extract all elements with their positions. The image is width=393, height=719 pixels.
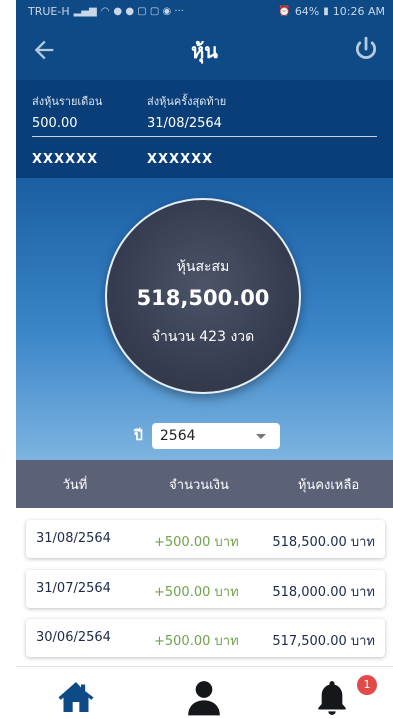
row-balance: 518,500.00 บาท bbox=[272, 535, 375, 550]
accumulated-share-circle: หุ้นสะสม 518,500.00 จำนวน 423 งวด bbox=[105, 198, 301, 394]
app-header: หุ้น bbox=[16, 22, 393, 80]
row-balance: 517,500.00 บาท bbox=[272, 634, 375, 649]
table-row[interactable]: 30/06/2564 +500.00 บาท 517,500.00 บาท bbox=[26, 619, 385, 657]
accumulated-share-amount: 518,500.00 bbox=[136, 286, 270, 310]
monthly-share-block: ส่งหุ้นรายเดือน 500.00 bbox=[32, 92, 102, 131]
status-bar: TRUE-H ▂▄▆ ◠ ● ● ▢ ▢ ◉ ··· ⏰ 64% ▮ 10:26… bbox=[16, 0, 393, 22]
header-amount: จำนวนเงิน bbox=[169, 477, 229, 493]
signal-icon: ▂▄▆ bbox=[73, 5, 97, 17]
share-summary-panel: ส่งหุ้นรายเดือน 500.00 ส่งหุ้นครั้งสุดท้… bbox=[16, 80, 393, 178]
home-icon[interactable] bbox=[56, 677, 96, 717]
row-amount: +500.00 บาท bbox=[154, 634, 239, 649]
table-row[interactable]: 31/08/2564 +500.00 บาท 518,500.00 บาท bbox=[26, 520, 385, 558]
row-amount: +500.00 บาท bbox=[154, 585, 239, 600]
year-filter: ปี 2564 bbox=[134, 423, 280, 449]
masked-account-right: XXXXXX bbox=[147, 152, 214, 167]
monthly-share-value: 500.00 bbox=[32, 116, 78, 131]
clock: 10:26 AM bbox=[332, 4, 385, 18]
battery-icon: ▮ bbox=[323, 5, 329, 17]
accumulated-share-section: หุ้นสะสม 518,500.00 จำนวน 423 งวด ปี 256… bbox=[16, 178, 393, 460]
last-share-value: 31/08/2564 bbox=[147, 116, 222, 131]
page-title: หุ้น bbox=[191, 39, 218, 63]
row-amount: +500.00 บาท bbox=[154, 535, 239, 550]
transactions-table-header: วันที่ จำนวนเงิน หุ้นคงเหลือ bbox=[16, 460, 393, 508]
bell-icon[interactable] bbox=[312, 677, 352, 717]
user-icon[interactable] bbox=[184, 677, 224, 717]
row-date: 30/06/2564 bbox=[36, 630, 111, 645]
header-date: วันที่ bbox=[62, 477, 88, 493]
table-row[interactable]: 31/07/2564 +500.00 บาท 518,000.00 บาท bbox=[26, 570, 385, 608]
chevron-down-icon bbox=[255, 433, 266, 439]
back-arrow-icon[interactable] bbox=[30, 36, 58, 64]
notification-icons: ● ● ▢ ▢ ◉ ··· bbox=[113, 5, 184, 17]
bottom-navigation: 1 bbox=[16, 666, 393, 719]
battery-percent: 64% bbox=[294, 4, 320, 18]
accumulated-share-title: หุ้นสะสม bbox=[176, 259, 230, 275]
installment-count: จำนวน 423 งวด bbox=[151, 329, 255, 345]
row-date: 31/07/2564 bbox=[36, 581, 111, 596]
row-date: 31/08/2564 bbox=[36, 531, 111, 546]
transactions-list: 31/08/2564 +500.00 บาท 518,500.00 บาท 31… bbox=[16, 508, 393, 666]
alarm-icon: ⏰ bbox=[278, 5, 291, 17]
year-select-value: 2564 bbox=[159, 428, 196, 444]
year-select[interactable]: 2564 bbox=[151, 423, 280, 449]
carrier-label: TRUE-H bbox=[28, 4, 70, 18]
monthly-share-label: ส่งหุ้นรายเดือน bbox=[32, 95, 103, 108]
row-balance: 518,000.00 บาท bbox=[272, 585, 375, 600]
summary-divider bbox=[32, 136, 377, 137]
masked-account-left: XXXXXX bbox=[32, 152, 99, 167]
last-share-label: ส่งหุ้นครั้งสุดท้าย bbox=[147, 95, 227, 108]
year-label: ปี bbox=[134, 428, 143, 444]
left-margin bbox=[0, 0, 16, 719]
power-icon[interactable] bbox=[353, 36, 379, 62]
wifi-icon: ◠ bbox=[100, 5, 110, 17]
last-share-block: ส่งหุ้นครั้งสุดท้าย 31/08/2564 bbox=[147, 92, 226, 131]
header-balance: หุ้นคงเหลือ bbox=[297, 477, 360, 493]
notification-badge: 1 bbox=[357, 675, 377, 695]
